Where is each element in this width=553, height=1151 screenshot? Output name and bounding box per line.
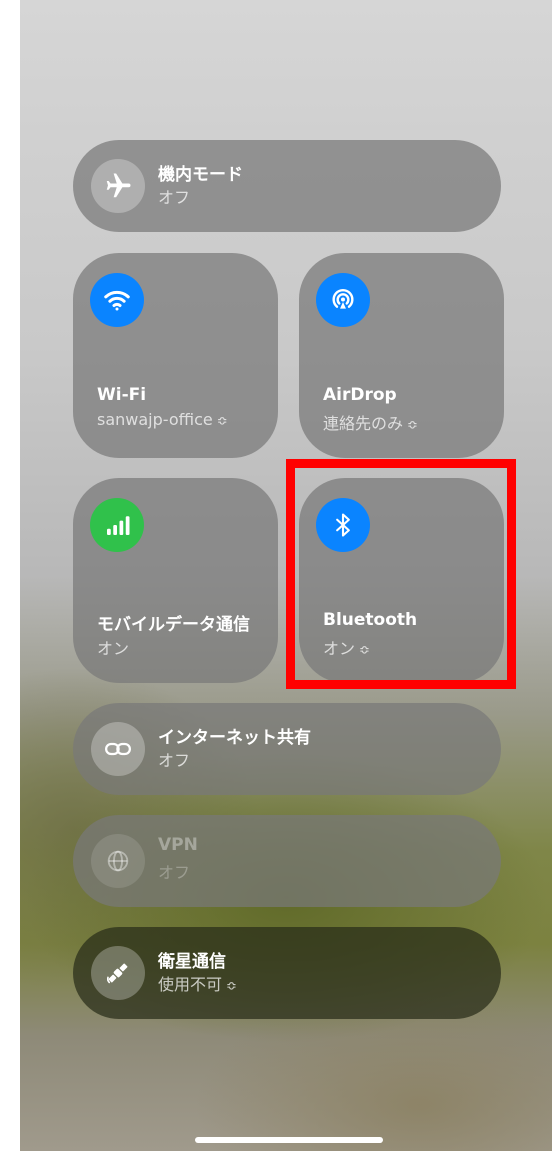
cellular-data-label: モバイルデータ通信 bbox=[97, 615, 250, 635]
chevron-updown-icon: ≎ bbox=[216, 414, 228, 429]
wifi-icon[interactable] bbox=[90, 273, 144, 327]
personal-hotspot-tile[interactable]: インターネット共有 オフ bbox=[73, 703, 501, 795]
cellular-data-status: オン bbox=[97, 639, 130, 658]
airplane-mode-label: 機内モード bbox=[158, 165, 243, 185]
cellular-signal-icon[interactable] bbox=[90, 498, 144, 552]
airplane-icon[interactable] bbox=[91, 159, 145, 213]
satellite-label: 衛星通信 bbox=[158, 952, 226, 972]
wifi-tile[interactable]: Wi-Fi sanwajp-office ≎ bbox=[73, 253, 278, 458]
highlight-box bbox=[286, 459, 516, 689]
airdrop-setting: 連絡先のみ ≎ bbox=[323, 414, 418, 433]
vpn-status: オフ bbox=[158, 863, 191, 882]
vpn-tile[interactable]: VPN オフ bbox=[73, 815, 501, 907]
personal-hotspot-status: オフ bbox=[158, 751, 191, 770]
satellite-status: 使用不可 ≎ bbox=[158, 975, 237, 994]
wifi-label: Wi-Fi bbox=[97, 385, 147, 405]
link-icon[interactable] bbox=[91, 722, 145, 776]
airplane-mode-tile[interactable]: 機内モード オフ bbox=[73, 140, 501, 232]
satellite-tile[interactable]: 衛星通信 使用不可 ≎ bbox=[73, 927, 501, 1019]
wifi-network-name: sanwajp-office ≎ bbox=[97, 410, 228, 429]
chevron-updown-icon: ≎ bbox=[226, 979, 237, 994]
cellular-data-tile[interactable]: モバイルデータ通信 オン bbox=[73, 478, 278, 683]
airplane-mode-status: オフ bbox=[158, 188, 191, 207]
satellite-icon[interactable] bbox=[91, 946, 145, 1000]
airdrop-tile[interactable]: AirDrop 連絡先のみ ≎ bbox=[299, 253, 504, 458]
home-indicator[interactable] bbox=[195, 1137, 383, 1143]
control-center-screen: 機内モード オフ Wi-Fi sanwajp-office ≎ AirDrop 連 bbox=[20, 0, 552, 1151]
personal-hotspot-label: インターネット共有 bbox=[158, 728, 311, 748]
globe-icon[interactable] bbox=[91, 834, 145, 888]
chevron-updown-icon: ≎ bbox=[407, 418, 418, 433]
airdrop-label: AirDrop bbox=[323, 385, 397, 405]
vpn-label: VPN bbox=[158, 835, 198, 855]
airdrop-icon[interactable] bbox=[316, 273, 370, 327]
